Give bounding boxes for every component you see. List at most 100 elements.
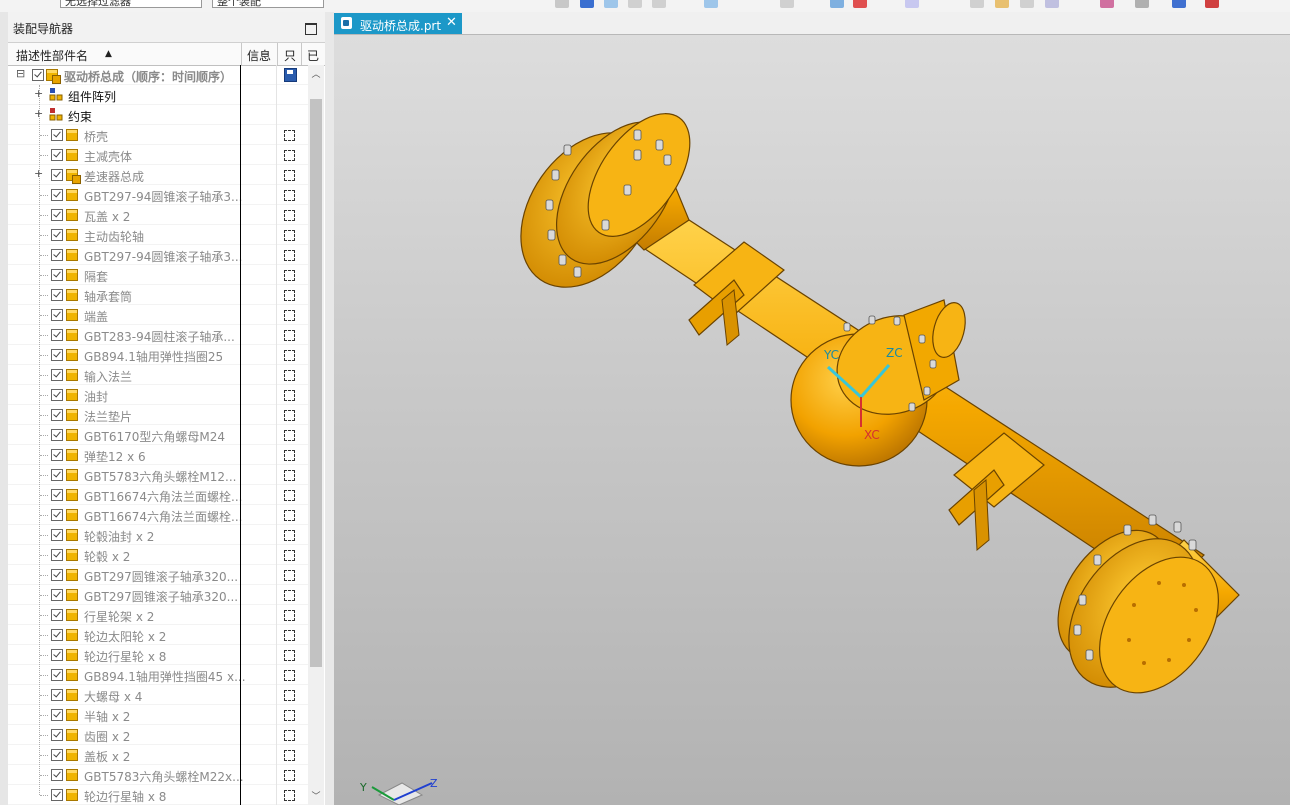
- sort-ascending-icon[interactable]: ▲: [105, 49, 112, 59]
- visibility-checkbox[interactable]: [51, 369, 63, 381]
- axis-icon[interactable]: [830, 0, 844, 8]
- visibility-checkbox[interactable]: [51, 609, 63, 621]
- pencil-icon[interactable]: [1045, 0, 1059, 8]
- tree-row[interactable]: GBT297-94圆锥滚子轴承3...: [8, 185, 308, 205]
- tree-row[interactable]: GBT16674六角法兰面螺栓...: [8, 505, 308, 525]
- tree-row[interactable]: GBT5783六角头螺栓M22x...: [8, 765, 308, 785]
- tree-row[interactable]: 桥壳: [8, 125, 308, 145]
- visibility-checkbox[interactable]: [51, 729, 63, 741]
- close-icon[interactable]: ✕: [446, 15, 457, 30]
- tree-row[interactable]: GBT283-94圆柱滚子轴承...: [8, 325, 308, 345]
- maximize-icon[interactable]: [305, 23, 317, 35]
- tree-row[interactable]: 轮边行星轮 x 8: [8, 645, 308, 665]
- tree-row[interactable]: 轮毂 x 2: [8, 545, 308, 565]
- save-icon[interactable]: [284, 68, 297, 82]
- collapse-icon[interactable]: ⊟: [16, 68, 25, 80]
- tree-row[interactable]: + 约束: [8, 105, 308, 125]
- visibility-checkbox[interactable]: [51, 309, 63, 321]
- visibility-checkbox[interactable]: [51, 649, 63, 661]
- visibility-checkbox[interactable]: [51, 209, 63, 221]
- visibility-checkbox[interactable]: [51, 129, 63, 141]
- tree-row[interactable]: 半轴 x 2: [8, 705, 308, 725]
- visibility-checkbox[interactable]: [51, 349, 63, 361]
- visibility-checkbox[interactable]: [51, 509, 63, 521]
- tree-row[interactable]: 行星轮架 x 2: [8, 605, 308, 625]
- column-header-readonly[interactable]: 只: [284, 47, 296, 64]
- shaded-icon[interactable]: [580, 0, 594, 8]
- tree-row[interactable]: GB894.1轴用弹性挡圈25: [8, 345, 308, 365]
- tree-row[interactable]: + 组件阵列: [8, 85, 308, 105]
- arrow-icon[interactable]: [1205, 0, 1219, 8]
- selection-scope-select[interactable]: 整个装配: [212, 0, 324, 8]
- scroll-thumb[interactable]: [310, 99, 322, 667]
- tree-row[interactable]: 大螺母 x 4: [8, 685, 308, 705]
- tree-row[interactable]: 轮边行星轴 x 8: [8, 785, 308, 805]
- edit-icon[interactable]: [853, 0, 867, 8]
- point-icon[interactable]: [704, 0, 718, 8]
- tree-row[interactable]: GBT297圆锥滚子轴承320...: [8, 565, 308, 585]
- navigator-scrollbar[interactable]: ︿ ﹀: [308, 65, 324, 805]
- visibility-checkbox[interactable]: [51, 389, 63, 401]
- tree-row[interactable]: 隔套: [8, 265, 308, 285]
- tab-drive-axle[interactable]: 驱动桥总成.prt ✕: [334, 13, 462, 34]
- visibility-checkbox[interactable]: [51, 669, 63, 681]
- right-wheel-hub[interactable]: [1035, 510, 1243, 715]
- circle-icon[interactable]: [780, 0, 794, 8]
- graphics-window[interactable]: YC ZC XC Y Z: [334, 35, 1290, 805]
- tree-row[interactable]: GBT16674六角法兰面螺栓...: [8, 485, 308, 505]
- tree-row[interactable]: 齿圈 x 2: [8, 725, 308, 745]
- visibility-checkbox[interactable]: [51, 149, 63, 161]
- tree-row[interactable]: 轮边太阳轮 x 2: [8, 625, 308, 645]
- line-icon[interactable]: [628, 0, 642, 8]
- rotate-icon[interactable]: [1020, 0, 1034, 8]
- visibility-checkbox[interactable]: [51, 469, 63, 481]
- tree-row[interactable]: GB894.1轴用弹性挡圈45 x...: [8, 665, 308, 685]
- visibility-checkbox[interactable]: [51, 429, 63, 441]
- visibility-checkbox[interactable]: [51, 689, 63, 701]
- visibility-checkbox[interactable]: [51, 789, 63, 801]
- visibility-checkbox[interactable]: [51, 529, 63, 541]
- column-header-info[interactable]: 信息: [247, 47, 271, 64]
- tree-row[interactable]: GBT6170型六角螺母M24: [8, 425, 308, 445]
- tree-row[interactable]: GBT297圆锥滚子轴承320...: [8, 585, 308, 605]
- visibility-checkbox[interactable]: [51, 709, 63, 721]
- visibility-checkbox[interactable]: [51, 249, 63, 261]
- column-header-name[interactable]: 描述性部件名: [16, 47, 88, 64]
- visibility-checkbox[interactable]: [51, 769, 63, 781]
- calendar-icon[interactable]: [1100, 0, 1114, 8]
- visibility-checkbox[interactable]: [51, 489, 63, 501]
- tree-row[interactable]: 主动齿轮轴: [8, 225, 308, 245]
- visibility-checkbox[interactable]: [51, 189, 63, 201]
- tree-row[interactable]: 输入法兰: [8, 365, 308, 385]
- axle-model[interactable]: YC ZC XC Y Z: [334, 35, 1290, 805]
- scroll-down-icon[interactable]: ﹀: [308, 789, 324, 805]
- measure-icon[interactable]: [970, 0, 984, 8]
- visibility-checkbox[interactable]: [51, 589, 63, 601]
- tree-row[interactable]: GBT297-94圆锥滚子轴承3...: [8, 245, 308, 265]
- plane-icon[interactable]: [905, 0, 919, 8]
- tree-row[interactable]: ⊟ 驱动桥总成（顺序：时间顺序）: [8, 65, 308, 85]
- visibility-checkbox[interactable]: [51, 409, 63, 421]
- column-header-modified[interactable]: 已: [307, 47, 319, 64]
- snap-icon[interactable]: [604, 0, 618, 8]
- visibility-checkbox[interactable]: [51, 269, 63, 281]
- tree-row[interactable]: + 差速器总成: [8, 165, 308, 185]
- tree-row[interactable]: 法兰垫片: [8, 405, 308, 425]
- visibility-checkbox[interactable]: [51, 229, 63, 241]
- visibility-checkbox[interactable]: [51, 169, 63, 181]
- visibility-checkbox[interactable]: [32, 69, 44, 81]
- visibility-checkbox[interactable]: [51, 449, 63, 461]
- block-icon[interactable]: [1172, 0, 1186, 8]
- selection-filter-select[interactable]: 无选择过滤器: [60, 0, 202, 8]
- scroll-up-icon[interactable]: ︿: [308, 67, 324, 83]
- visibility-checkbox[interactable]: [51, 569, 63, 581]
- visibility-checkbox[interactable]: [51, 329, 63, 341]
- view-icon[interactable]: [555, 0, 569, 8]
- tree-row[interactable]: 轴承套筒: [8, 285, 308, 305]
- visibility-checkbox[interactable]: [51, 629, 63, 641]
- visibility-checkbox[interactable]: [51, 749, 63, 761]
- visibility-checkbox[interactable]: [51, 549, 63, 561]
- body-icon[interactable]: [1135, 0, 1149, 8]
- tree-row[interactable]: 瓦盖 x 2: [8, 205, 308, 225]
- tree-row[interactable]: 盖板 x 2: [8, 745, 308, 765]
